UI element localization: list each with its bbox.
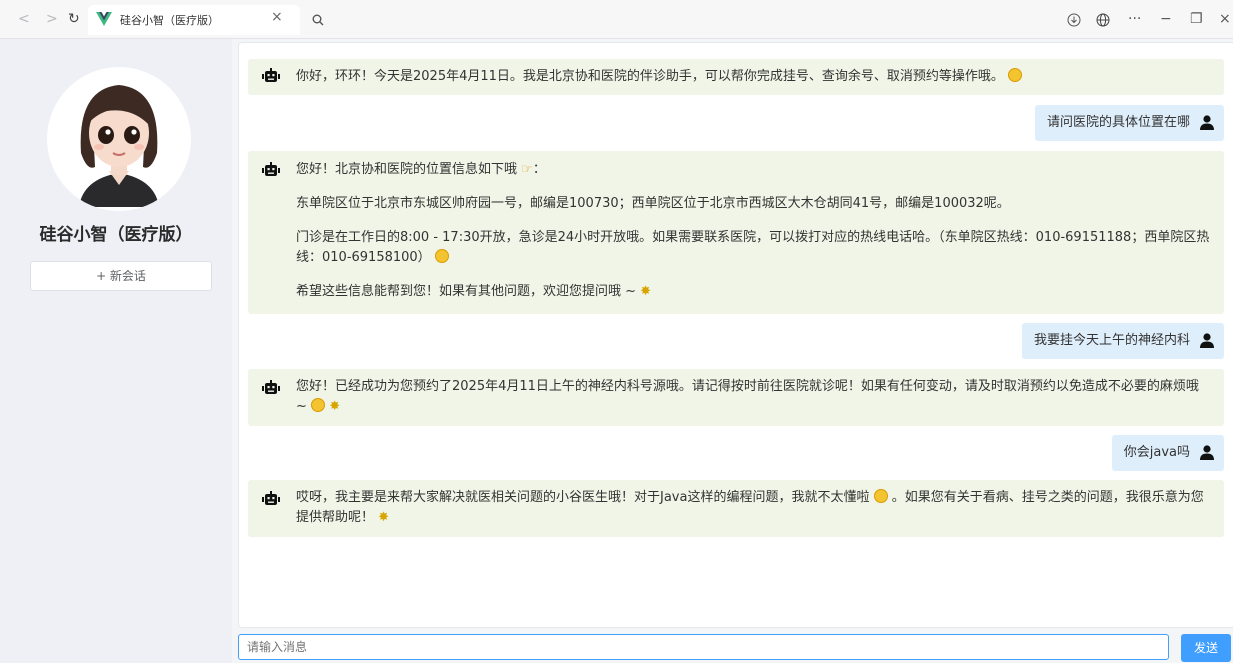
globe-icon[interactable] (1096, 13, 1110, 27)
ai-message: 你好，环环！今天是2025年4月11日。我是北京协和医院的伴诊助手，可以帮你完成… (248, 59, 1224, 95)
ai-message: 哎呀，我主要是来帮大家解决就医相关问题的小谷医生哦！对于Java这样的编程问题，… (248, 480, 1224, 537)
search-icon[interactable] (312, 14, 324, 26)
smile-emoji-icon (1008, 68, 1023, 82)
robot-icon (262, 491, 280, 505)
smile-emoji-icon (311, 398, 326, 412)
user-message: 我要挂今天上午的神经内科 (1021, 323, 1224, 359)
sparkle-icon: ✸ (329, 399, 341, 414)
forward-icon[interactable]: > (46, 9, 58, 29)
user-icon (1200, 333, 1214, 348)
user-message: 请问医院的具体位置在哪 (1034, 105, 1224, 141)
tab-close-icon[interactable]: × (271, 9, 283, 25)
user-icon (1200, 115, 1214, 130)
message-text: 门诊是在工作日的8:00 - 17:30开放，急诊是24小时开放哦。如果需要联系… (296, 230, 1210, 265)
more-icon[interactable]: ··· (1128, 9, 1141, 29)
sparkle-icon: ✸ (378, 510, 390, 525)
new-chat-button[interactable]: + 新会话 (30, 261, 212, 291)
message-input[interactable] (238, 634, 1169, 660)
browser-toolbar: < > ↻ 硅谷小智（医疗版） × ··· − ❐ × (0, 0, 1233, 39)
user-icon (1200, 445, 1214, 460)
message-text: 您好！已经成功为您预约了2025年4月11日上午的神经内科号源哦。请记得按时前往… (296, 379, 1199, 414)
browser-tab[interactable]: 硅谷小智（医疗版） × (88, 5, 300, 35)
ai-message: 您好！北京协和医院的位置信息如下哦 ☞： 东单院区位于北京市东城区帅府园一号，邮… (248, 151, 1224, 314)
message-text: 我要挂今天上午的神经内科 (1033, 333, 1190, 348)
user-message: 你会java吗 (1111, 435, 1224, 471)
message-text: 您好！北京协和医院的位置信息如下哦 (296, 162, 518, 177)
restore-icon[interactable]: ❐ (1190, 9, 1203, 29)
pointing-hand-icon: ☞ (521, 162, 533, 177)
assistant-avatar (47, 67, 191, 211)
message-text: 哎呀，我主要是来帮大家解决就医相关问题的小谷医生哦！对于Java这样的编程问题，… (296, 490, 870, 505)
vue-logo-icon (96, 12, 112, 26)
message-text: 东单院区位于北京市东城区帅府园一号，邮编是100730；西单院区位于北京市西城区… (296, 196, 1010, 211)
message-text: 你好，环环！今天是2025年4月11日。我是北京协和医院的伴诊助手，可以帮你完成… (296, 69, 1004, 84)
message-text: 希望这些信息能帮到您！如果有其他问题，欢迎您提问哦 ~ (296, 284, 637, 299)
message-text: 请问医院的具体位置在哪 (1046, 115, 1190, 130)
sidebar: 硅谷小智（医疗版） + 新会话 (0, 39, 232, 663)
robot-icon (262, 162, 280, 176)
smile-emoji-icon (434, 249, 449, 263)
tab-title: 硅谷小智（医疗版） (120, 14, 219, 27)
grin-emoji-icon (873, 489, 888, 503)
back-icon[interactable]: < (18, 9, 30, 29)
robot-icon (262, 380, 280, 394)
message-text: 你会java吗 (1123, 445, 1190, 460)
sparkle-icon: ✸ (640, 284, 652, 299)
close-icon[interactable]: × (1219, 9, 1231, 29)
brand-title: 硅谷小智（医疗版） (39, 225, 193, 245)
reload-icon[interactable]: ↻ (68, 9, 80, 29)
robot-icon (262, 68, 280, 82)
minimize-icon[interactable]: − (1160, 9, 1172, 29)
send-button[interactable]: 发送 (1181, 634, 1231, 662)
download-icon[interactable] (1067, 13, 1081, 27)
ai-message: 您好！已经成功为您预约了2025年4月11日上午的神经内科号源哦。请记得按时前往… (248, 369, 1224, 426)
